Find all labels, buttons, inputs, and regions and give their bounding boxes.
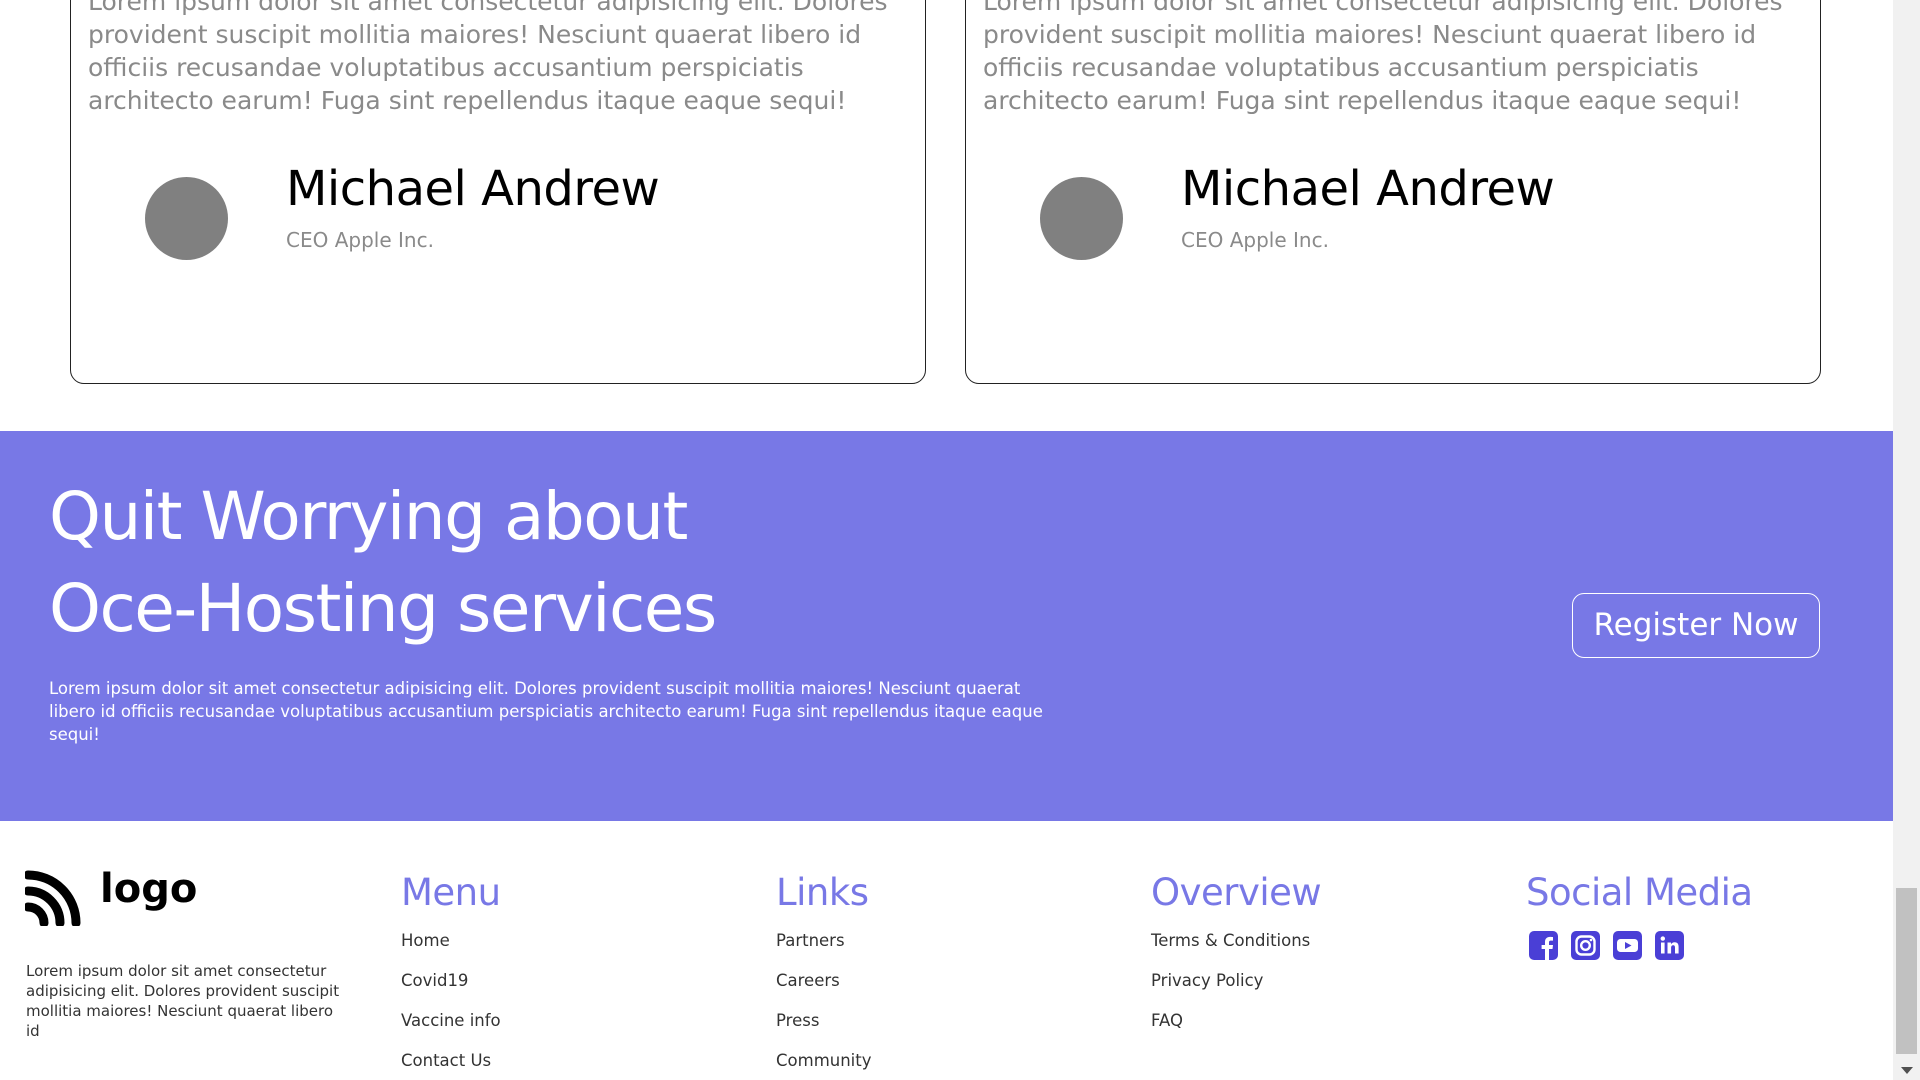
- footer-column-title: Overview: [1151, 871, 1322, 914]
- footer-link-faq[interactable]: FAQ: [1151, 1001, 1321, 1041]
- cta-heading-line1: Quit Worrying about: [49, 478, 688, 555]
- vertical-scrollbar[interactable]: [1893, 0, 1920, 1080]
- testimonial-quote: Lorem ipsum dolor sit amet consectetur a…: [88, 0, 888, 115]
- footer: logo Lorem ipsum dolor sit amet consecte…: [0, 821, 1893, 1080]
- footer-link-partners[interactable]: Partners: [776, 921, 872, 961]
- footer-link-home[interactable]: Home: [401, 921, 501, 961]
- footer-link-press[interactable]: Press: [776, 1001, 872, 1041]
- testimonial-name: Michael Andrew: [1181, 161, 1555, 217]
- testimonial-card: Lorem ipsum dolor sit amet consectetur a…: [70, 0, 926, 384]
- footer-link-community[interactable]: Community: [776, 1041, 872, 1080]
- footer-link-terms[interactable]: Terms & Conditions: [1151, 921, 1321, 961]
- testimonial-card: Lorem ipsum dolor sit amet consectetur a…: [965, 0, 1821, 384]
- youtube-icon[interactable]: [1613, 931, 1642, 960]
- footer-link-privacy-policy[interactable]: Privacy Policy: [1151, 961, 1321, 1001]
- footer-menu-column: Menu Home Covid19 Vaccine info Contact U…: [401, 869, 501, 1080]
- testimonial-quote: Lorem ipsum dolor sit amet consectetur a…: [983, 0, 1783, 115]
- footer-links-column: Links Partners Careers Press Community: [776, 869, 872, 1080]
- cta-description: Lorem ipsum dolor sit amet consectetur a…: [49, 679, 1043, 744]
- rss-feed-icon[interactable]: [23, 867, 84, 930]
- page: Lorem ipsum dolor sit amet consectetur a…: [0, 0, 1893, 1080]
- facebook-icon[interactable]: [1529, 931, 1558, 960]
- footer-overview-column: Overview Terms & Conditions Privacy Poli…: [1151, 869, 1322, 1041]
- instagram-icon[interactable]: [1571, 931, 1600, 960]
- footer-social-column: Social Media: [1526, 869, 1753, 960]
- register-now-button[interactable]: Register Now: [1572, 593, 1820, 658]
- testimonial-role: CEO Apple Inc.: [286, 228, 434, 252]
- footer-column-title: Social Media: [1526, 871, 1753, 914]
- cta-banner: Quit Worrying about Oce-Hosting services…: [0, 431, 1893, 821]
- testimonial-role: CEO Apple Inc.: [1181, 228, 1329, 252]
- cta-heading: Quit Worrying about Oce-Hosting services: [49, 471, 717, 655]
- brand-description: Lorem ipsum dolor sit amet consectetur a…: [26, 962, 340, 1040]
- footer-link-contact-us[interactable]: Contact Us: [401, 1041, 501, 1080]
- linkedin-icon[interactable]: [1655, 931, 1684, 960]
- scroll-down-arrow-icon[interactable]: [1901, 1067, 1913, 1074]
- avatar: [1040, 177, 1123, 260]
- cta-heading-line2: Oce-Hosting services: [49, 570, 717, 647]
- footer-column-title: Links: [776, 871, 869, 914]
- footer-link-careers[interactable]: Careers: [776, 961, 872, 1001]
- social-icons: [1529, 931, 1753, 960]
- footer-link-covid19[interactable]: Covid19: [401, 961, 501, 1001]
- footer-column-title: Menu: [401, 871, 501, 914]
- brand-logo-text[interactable]: logo: [100, 863, 197, 915]
- scrollbar-thumb[interactable]: [1896, 888, 1917, 1054]
- footer-link-vaccine-info[interactable]: Vaccine info: [401, 1001, 501, 1041]
- avatar: [145, 177, 228, 260]
- testimonial-name: Michael Andrew: [286, 161, 660, 217]
